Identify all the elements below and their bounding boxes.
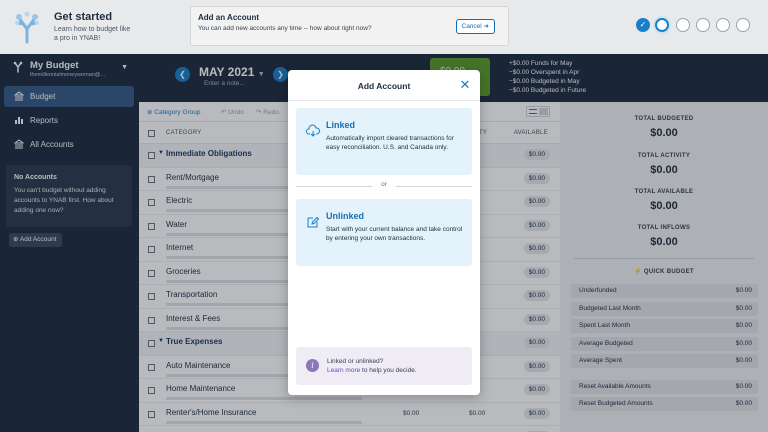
ynab-app: Get started Learn how to budget like a p…: [0, 0, 768, 432]
ynab-logo-icon: [15, 11, 39, 44]
notice-text: You can add new accounts any time -- how…: [198, 25, 372, 32]
learn-more-link[interactable]: Learn more: [327, 367, 360, 374]
info-icon: i: [306, 359, 319, 372]
step-current[interactable]: [655, 18, 669, 32]
or-divider: or: [296, 181, 472, 191]
unlinked-heading: Unlinked: [326, 211, 365, 221]
add-account-notice: Add an Account You can add new accounts …: [190, 6, 509, 46]
step[interactable]: [736, 18, 750, 32]
unlinked-description: Start with your current balance and take…: [326, 226, 463, 242]
add-account-modal: Add Account ✕ Linked Automatically impor…: [288, 70, 480, 395]
linked-description: Automatically import cleared transaction…: [326, 135, 454, 151]
help-line: Learn more to help you decide.: [327, 366, 417, 375]
edit-icon: [307, 216, 320, 228]
get-started-title: Get started: [54, 11, 113, 23]
linked-heading: Linked: [326, 120, 356, 130]
step[interactable]: [696, 18, 710, 32]
divider: [288, 100, 480, 101]
unlinked-account-option[interactable]: Unlinked Start with your current balance…: [296, 199, 472, 266]
modal-title: Add Account: [357, 81, 411, 91]
divider-line: [396, 186, 472, 187]
notice-cancel-label: Cancel: [461, 23, 482, 30]
help-question: Linked or unlinked?: [327, 358, 384, 365]
notice-title: Add an Account: [198, 13, 260, 22]
arrow-circle-icon: ➜: [483, 23, 489, 30]
step[interactable]: [676, 18, 690, 32]
help-text: Linked or unlinked? Learn more to help y…: [327, 357, 417, 375]
help-callout: i Linked or unlinked? Learn more to help…: [296, 347, 472, 385]
help-rest: to help you decide.: [360, 367, 417, 374]
get-started-bar: Get started Learn how to budget like a p…: [0, 0, 768, 54]
get-started-subtitle: Learn how to budget like a pro in YNAB!: [54, 26, 131, 42]
step-complete-check-icon[interactable]: ✓: [636, 18, 650, 32]
cloud-download-icon: [306, 124, 320, 137]
step[interactable]: [716, 18, 730, 32]
close-icon[interactable]: ✕: [458, 78, 472, 92]
linked-account-option[interactable]: Linked Automatically import cleared tran…: [296, 108, 472, 175]
notice-cancel-button[interactable]: Cancel ➜: [455, 19, 495, 34]
